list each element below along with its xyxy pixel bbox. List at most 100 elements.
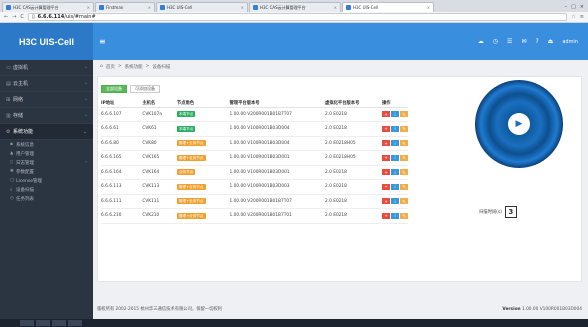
cloud-icon[interactable]: ☁	[478, 38, 484, 45]
plus-icon[interactable]: +	[382, 125, 390, 132]
edit-icon[interactable]: ✎	[400, 198, 408, 205]
browser-tab[interactable]: H3C CAS云计算管理平台 ×	[249, 2, 341, 12]
close-icon[interactable]: ×	[241, 5, 244, 10]
url-input[interactable]: ▯ 6.6.6.114/uis/#main#	[27, 13, 568, 21]
sidebar-subitem-logs[interactable]: ▯ 日志管理 ›	[0, 158, 93, 167]
browser-tab[interactable]: H3C UIS-Cell ×	[156, 2, 248, 12]
sidebar-subitem-config[interactable]: ✱ 参数配置	[0, 167, 93, 176]
device-tabs: 全部设备 可添加设备	[101, 85, 160, 93]
cell-host: CVK80	[142, 136, 177, 151]
info-icon[interactable]: i	[391, 125, 399, 132]
plus-icon[interactable]: +	[382, 111, 390, 118]
menu-icon[interactable]: ≡	[99, 37, 106, 46]
sidebar-item-system[interactable]: ⚙ 系统功能 ⌄	[0, 124, 93, 140]
cell-virt-version: 2.0 E0218	[325, 165, 382, 180]
list-icon[interactable]: ☰	[507, 38, 512, 45]
close-icon[interactable]: ×	[427, 5, 430, 10]
plus-icon[interactable]: +	[382, 198, 390, 205]
info-icon[interactable]: i	[391, 154, 399, 161]
taskbar-app[interactable]	[36, 320, 50, 326]
tab-all-devices[interactable]: 全部设备	[101, 85, 127, 93]
browser-tab-active[interactable]: H3C UIS-Cell ×	[342, 2, 434, 12]
info-icon[interactable]: i	[391, 140, 399, 147]
taskbar-app[interactable]	[20, 320, 34, 326]
cell-actions: + i ✎	[382, 208, 408, 224]
edit-icon[interactable]: ✎	[400, 111, 408, 118]
browser-tab[interactable]: Firstman ×	[95, 2, 155, 12]
table-row[interactable]: 6.6.6.80 CVK80 管理+业务节点 1.00.00 V100R001B03D…	[101, 136, 408, 151]
table-row[interactable]: 6.6.6.113 CVK113 管理+业务节点 1.00.00 V100R001B0…	[101, 179, 408, 195]
clock-icon[interactable]: ◷	[493, 38, 498, 45]
taskbar-app[interactable]	[68, 320, 82, 326]
chat-icon[interactable]: ✉	[521, 38, 526, 45]
close-icon[interactable]: ×	[334, 5, 337, 10]
device-table: IP地址 主机名 节点角色 管理平台版本号 虚拟化平台版本号 操作 6.6.6.…	[101, 99, 408, 224]
info-icon[interactable]: i	[391, 198, 399, 205]
cell-mgmt-version: 1.00.00 V200R001B01B7T07	[229, 194, 326, 209]
edit-icon[interactable]: ✎	[400, 169, 408, 176]
plus-icon[interactable]: +	[382, 169, 390, 176]
info-icon[interactable]: i	[391, 169, 399, 176]
sidebar-subitem-scan[interactable]: ⌕ 设备扫描	[0, 185, 93, 194]
info-icon[interactable]: i	[391, 111, 399, 118]
info-icon[interactable]: i	[391, 183, 399, 190]
table-row[interactable]: 6.6.6.111 CVK111 管理+业务节点 1.00.00 V200R001B0…	[101, 194, 408, 209]
user-name[interactable]: admin	[562, 39, 578, 45]
reload-icon[interactable]: C	[20, 14, 24, 20]
edit-icon[interactable]: ✎	[400, 125, 408, 132]
forward-icon[interactable]: →	[12, 14, 16, 20]
column-header-actions: 操作	[382, 99, 408, 108]
cell-role: 管理+业务节点	[176, 194, 230, 209]
table-row[interactable]: 6.6.6.107 CVK107a 本端节点 1.00.00 V200R001B01B…	[101, 107, 408, 122]
cell-host: CVK165	[142, 150, 177, 166]
row-actions: + i ✎	[382, 183, 408, 190]
sidebar-item-storage[interactable]: ▥ 存储 ›	[0, 108, 93, 124]
chevron-right-icon: ›	[85, 96, 87, 103]
favicon-icon	[160, 5, 165, 10]
sidebar-subitem-license[interactable]: ▢ License管理	[0, 176, 93, 185]
sidebar-item-vm[interactable]: ▭ 虚拟机 ›	[0, 60, 93, 76]
tab-addable-devices[interactable]: 可添加设备	[130, 85, 160, 93]
bookmark-star-icon[interactable]: ☆	[571, 14, 575, 20]
edit-icon[interactable]: ✎	[400, 140, 408, 147]
breadcrumb-item[interactable]: 系统功能	[125, 64, 143, 70]
cell-ip: 6.6.6.164	[101, 165, 143, 180]
sidebar-subitem-tasks[interactable]: ◷ 任务列表	[0, 194, 93, 203]
sidebar-subitem-sysinfo[interactable]: ▪ 系统信息	[0, 140, 93, 149]
table-row[interactable]: 6.6.6.164 CVK164 业务节点 1.00.00 V100R001B03D0…	[101, 165, 408, 180]
taskbar-app[interactable]	[52, 320, 66, 326]
edit-icon[interactable]: ✎	[400, 183, 408, 190]
breadcrumb-item[interactable]: 首页	[106, 64, 115, 70]
table-row[interactable]: 6.6.6.165 CVK165 管理+业务节点 1.00.00 V100R001B0…	[101, 150, 408, 166]
plus-icon[interactable]: +	[382, 154, 390, 161]
edit-icon[interactable]: ✎	[400, 154, 408, 161]
storage-icon: ▥	[6, 112, 11, 119]
table-row[interactable]: 6.6.6.61 CVK61 本端节点 1.00.00 V100R001B03D004…	[101, 121, 408, 137]
cell-virt-version: 2.0 E0218	[325, 208, 382, 224]
browser-tab[interactable]: H3C CAS云计算管理平台 ×	[2, 2, 94, 12]
close-icon[interactable]: ×	[148, 5, 151, 10]
plus-icon[interactable]: +	[382, 140, 390, 147]
play-icon[interactable]: ▶	[508, 113, 530, 135]
sidebar-item-host[interactable]: ▤ 云主机 ›	[0, 76, 93, 92]
close-window-icon[interactable]: ×	[580, 4, 584, 10]
sidebar-item-network[interactable]: ⊞ 网络 ›	[0, 92, 93, 108]
browser-menu-icon[interactable]: ≡	[580, 14, 584, 20]
plus-icon[interactable]: +	[382, 212, 390, 219]
cell-actions: + i ✎	[382, 107, 408, 122]
maximize-icon[interactable]: □	[571, 4, 576, 10]
logout-icon[interactable]: ⏏	[548, 38, 554, 45]
plus-icon[interactable]: +	[382, 183, 390, 190]
cell-role: 本端节点	[176, 107, 230, 122]
table-row[interactable]: 6.6.6.210 CVK210 管理+业务节点 1.00.00 V200R001B0…	[101, 208, 408, 224]
edit-icon[interactable]: ✎	[400, 212, 408, 219]
cell-role: 管理+业务节点	[176, 136, 230, 151]
minimize-icon[interactable]: –	[565, 4, 568, 10]
close-icon[interactable]: ×	[87, 5, 90, 10]
breadcrumb-separator: >	[145, 64, 150, 69]
info-icon[interactable]: i	[391, 212, 399, 219]
help-icon[interactable]: ?	[535, 38, 538, 45]
sidebar-subitem-users[interactable]: ▲ 用户管理	[0, 149, 93, 158]
cell-ip: 6.6.6.111	[101, 194, 143, 209]
back-icon[interactable]: ←	[4, 14, 8, 20]
